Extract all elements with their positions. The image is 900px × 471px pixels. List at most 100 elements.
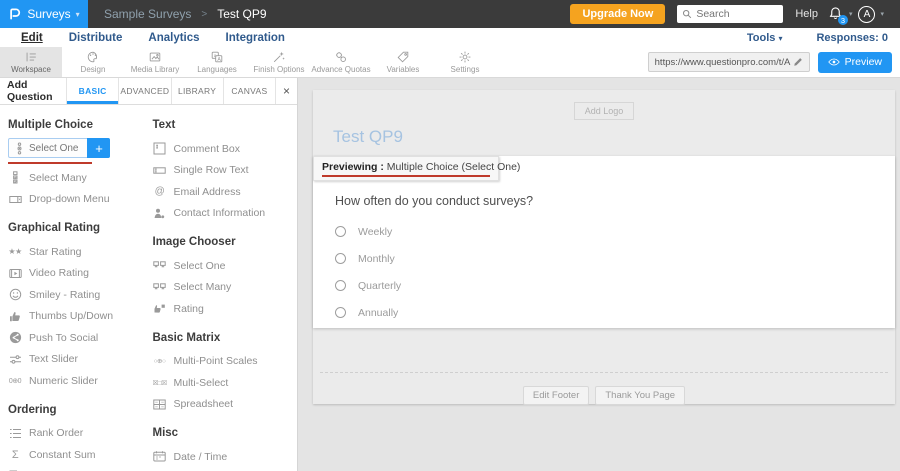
smiley-icon <box>8 288 22 301</box>
breadcrumb-parent[interactable]: Sample Surveys <box>104 7 191 21</box>
question-type-graphical-rating-numeric-slider[interactable]: 0⊕0Numeric Slider <box>8 370 153 392</box>
chevron-down-icon[interactable]: ▾ <box>849 10 853 18</box>
question-type-text-contact-information[interactable]: Contact Information <box>153 203 298 225</box>
survey-page-card: Add Logo Test QP9 Previewing : Multiple … <box>313 90 895 404</box>
section-title: Basic Matrix <box>153 332 298 344</box>
monitor-one-icon <box>153 259 167 272</box>
toolbar-design[interactable]: Design <box>62 47 124 77</box>
help-link[interactable]: Help <box>795 8 818 20</box>
edit-pencil-icon[interactable] <box>791 57 805 67</box>
question-type-basic-matrix-multi-point-scales[interactable]: ○⊕○Multi-Point Scales <box>153 351 298 373</box>
tab-basic[interactable]: BASIC <box>66 78 118 104</box>
toolbar-workspace[interactable]: Workspace <box>0 47 62 77</box>
toolbar-settings[interactable]: Settings <box>434 47 496 77</box>
responses-count[interactable]: Responses: 0 <box>816 32 888 44</box>
add-logo-button[interactable]: Add Logo <box>574 102 635 120</box>
question-type-image-chooser-rating[interactable]: Rating <box>153 298 298 320</box>
content: Add Question BASICADVANCEDLIBRARYCANVAS … <box>0 78 900 471</box>
question-type-text-email-address[interactable]: @Email Address <box>153 181 298 203</box>
toolbar-label: Variables <box>387 65 420 74</box>
tab-library[interactable]: LIBRARY <box>171 78 223 104</box>
product-label: Surveys <box>27 7 70 21</box>
search-input[interactable] <box>696 8 776 20</box>
tab-canvas[interactable]: CANVAS <box>223 78 275 104</box>
numeric-slider-icon: 0⊕0 <box>8 377 22 385</box>
topbar: Surveys ▾ Sample Surveys > Test QP9 Upgr… <box>0 0 900 28</box>
question-type-label: Multi-Select <box>174 377 229 389</box>
toolbar-variables[interactable]: Variables <box>372 47 434 77</box>
radio-button[interactable] <box>335 307 346 318</box>
footer-buttons: Edit Footer Thank You Page <box>313 386 895 405</box>
toolbar-advance-quotas[interactable]: Advance Quotas <box>310 47 372 77</box>
design-icon <box>86 50 100 64</box>
radio-button[interactable] <box>335 226 346 237</box>
question-preview-card: Previewing : Multiple Choice (Select One… <box>313 156 895 328</box>
question-type-label: Spreadsheet <box>174 398 234 410</box>
preview-button[interactable]: Preview <box>818 52 892 73</box>
question-type-graphical-rating-text-slider[interactable]: Text Slider <box>8 349 153 371</box>
search-box[interactable] <box>677 5 783 23</box>
menu-integration[interactable]: Integration <box>213 32 298 44</box>
question-type-ordering-constant-sum[interactable]: ΣConstant Sum <box>8 444 153 466</box>
toolbar-items: WorkspaceDesign Media Library aALanguagesF… <box>0 47 496 77</box>
question-type-basic-matrix-multi-select[interactable]: ☒□☒Multi-Select <box>153 372 298 394</box>
question-type-multiple-choice-drop-down-menu[interactable]: Drop-down Menu <box>8 189 153 211</box>
panel-tabs: BASICADVANCEDLIBRARYCANVAS <box>66 78 275 104</box>
notifications-bell-icon[interactable]: 3 <box>828 6 844 22</box>
add-question-plus-button[interactable]: + <box>87 138 110 158</box>
question-type-basic-matrix-spreadsheet[interactable]: Spreadsheet <box>153 394 298 416</box>
question-type-graphical-rating-thumbs-up-down[interactable]: Thumbs Up/Down <box>8 306 153 328</box>
question-type-label: Comment Box <box>174 143 241 155</box>
tab-advanced[interactable]: ADVANCED <box>118 78 170 104</box>
question-type-image-chooser-select-many[interactable]: Select Many <box>153 277 298 299</box>
question-type-graphical-rating-star-rating[interactable]: ★★Star Rating <box>8 241 153 263</box>
close-icon[interactable]: × <box>275 78 297 104</box>
question-type-multiple-choice-select-one-selected: Select One+ <box>8 138 153 164</box>
question-type-multiple-choice-select-many[interactable]: Select Many <box>8 167 153 189</box>
question-type-label: Select One <box>26 143 87 154</box>
menu-distribute[interactable]: Distribute <box>56 32 136 44</box>
radio-stack-icon <box>12 142 26 155</box>
question-type-graphical-rating-push-to-social[interactable]: Push To Social <box>8 327 153 349</box>
panel-body: Multiple ChoiceSelect One+Select ManyDro… <box>0 105 297 471</box>
radio-button[interactable] <box>335 280 346 291</box>
chevron-down-icon[interactable]: ▾ <box>880 10 884 18</box>
question-type-misc-date-time[interactable]: Date / Time <box>153 446 298 468</box>
surveys-menu[interactable]: Surveys ▾ <box>0 0 88 28</box>
chevron-down-icon: ▾ <box>76 10 80 19</box>
menu-analytics[interactable]: Analytics <box>135 32 212 44</box>
question-type-label: Thumbs Up/Down <box>29 310 113 322</box>
question-type-misc-captcha[interactable]: vxCaptcha <box>153 468 298 471</box>
dropdown-icon <box>8 193 22 206</box>
question-type-multiple-choice-select-one[interactable]: Select One+ <box>8 138 110 158</box>
question-type-ordering-drag-and-drop[interactable]: Drag and Drop <box>8 466 153 471</box>
menu-edit[interactable]: Edit <box>8 32 56 44</box>
email-icon: @ <box>153 186 167 197</box>
question-type-text-comment-box[interactable]: Comment Box <box>153 138 298 160</box>
toolbar-media-library[interactable]: Media Library <box>124 47 186 77</box>
avatar[interactable]: A <box>858 6 875 23</box>
question-type-graphical-rating-smiley-rating[interactable]: Smiley - Rating <box>8 284 153 306</box>
option-label: Quarterly <box>358 280 401 292</box>
edit-footer-button[interactable]: Edit Footer <box>523 386 589 405</box>
tools-menu[interactable]: Tools ▾ <box>747 32 783 44</box>
upgrade-now-button[interactable]: Upgrade Now <box>570 4 665 24</box>
question-type-image-chooser-select-one[interactable]: Select One <box>153 255 298 277</box>
question-type-text-single-row-text[interactable]: Single Row Text <box>153 160 298 182</box>
radio-button[interactable] <box>335 253 346 264</box>
toolbar-label: Languages <box>197 65 237 74</box>
question-block: How often do you conduct surveys? Weekly… <box>313 156 895 326</box>
question-type-label: Text Slider <box>29 353 78 365</box>
rank-order-icon <box>8 427 22 440</box>
question-type-ordering-rank-order[interactable]: Rank Order <box>8 423 153 445</box>
checkbox-stack-icon <box>8 171 22 184</box>
breadcrumb: Sample Surveys > Test QP9 <box>104 7 267 21</box>
question-type-graphical-rating-video-rating[interactable]: Video Rating <box>8 263 153 285</box>
toolbar-languages[interactable]: aALanguages <box>186 47 248 77</box>
survey-url-input[interactable] <box>655 57 791 68</box>
thank-you-page-button[interactable]: Thank You Page <box>595 386 685 405</box>
toolbar-finish-options[interactable]: Finish Options <box>248 47 310 77</box>
contact-icon <box>153 207 167 220</box>
toolbar-label: Media Library <box>131 65 179 74</box>
question-type-label: Constant Sum <box>29 449 96 461</box>
